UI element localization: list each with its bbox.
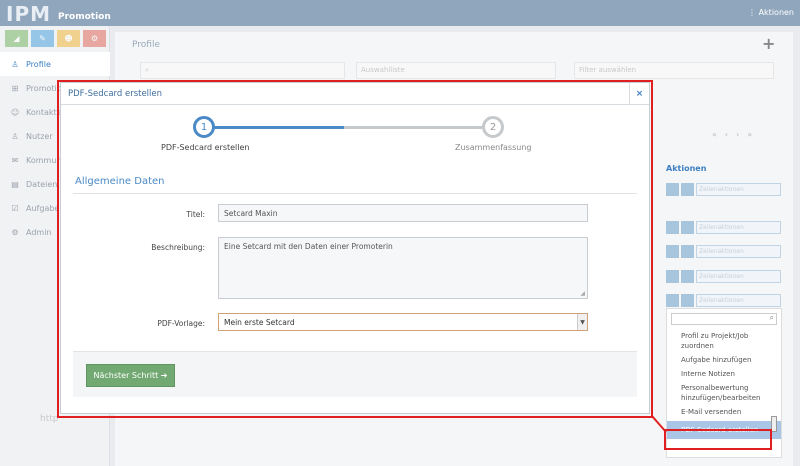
close-button[interactable]: × [629, 83, 649, 104]
share-icon[interactable]: ⚙ [83, 30, 106, 47]
sidebar-item-label: Nutzer [26, 131, 53, 141]
cogs-icon: ⚙ [11, 227, 19, 237]
close-icon: × [635, 88, 644, 99]
step-progress-todo [344, 126, 482, 129]
menu-item-internal-notes[interactable]: Interne Notizen [667, 367, 781, 381]
sidebar-item-label: Admin [26, 227, 52, 237]
actions-column-header: Aktionen [666, 164, 707, 173]
team-icon[interactable]: ☻ [57, 30, 80, 47]
add-icon[interactable]: + [762, 34, 775, 53]
chevron-down-icon[interactable]: ▼ [577, 314, 587, 330]
template-select[interactable]: Mein erste Setcard ▼ [218, 313, 588, 331]
highlight-connector [651, 415, 667, 433]
modal-title: PDF-Sedcard erstellen [68, 88, 163, 99]
row-actions-select[interactable]: Zeilenaktionen [696, 221, 781, 234]
row-actions[interactable]: Zeilenaktionen [666, 245, 781, 258]
check-icon: ☑ [11, 203, 19, 213]
section-divider [73, 193, 637, 194]
modal-footer: Nächster Schritt ➔ [73, 351, 637, 397]
menu-item-rating[interactable]: Personalbewertung hinzufügen/bearbeiten [667, 381, 781, 405]
step-2-indicator[interactable]: 2 [482, 116, 504, 138]
step-2-label: Zusammenfassung [455, 143, 532, 152]
app-logo-subtitle: Promotion [58, 12, 111, 22]
highlight-frame-menu-item [664, 429, 772, 450]
pagination[interactable]: «‹›» [712, 130, 760, 139]
file-icon: ▤ [11, 179, 19, 189]
menu-item-assign-project[interactable]: Profil zu Projekt/Job zuordnen [667, 329, 781, 353]
list-select-value: Auswahlliste [361, 66, 405, 74]
row-actions[interactable]: Zeilenaktionen [666, 270, 781, 283]
user-icon: ♙ [11, 131, 19, 141]
envelope-icon: ✉ [11, 155, 19, 165]
sidebar-footer-text: http [40, 414, 59, 424]
row-actions[interactable]: Zeilenaktionen [666, 221, 781, 234]
resize-handle-icon[interactable]: ◢ [580, 290, 585, 297]
menu-item-add-task[interactable]: Aufgabe hinzufügen [667, 353, 781, 367]
description-label: Beschreibung: [151, 243, 205, 252]
top-actions-label: Aktionen [758, 8, 794, 17]
sidebar-item-label: Dateien [26, 179, 58, 189]
filter-select-value: Filter auswählen [579, 66, 637, 74]
dropdown-search-input[interactable]: ⌕ [671, 313, 777, 325]
title-input[interactable]: Setcard Maxin [218, 204, 588, 222]
search-icon: ⌕ [145, 66, 149, 74]
row-actions-select[interactable]: Zeilenaktionen [696, 245, 781, 258]
row-actions-select[interactable]: Zeilenaktionen [696, 270, 781, 283]
menu-item-send-email[interactable]: E-Mail versenden [667, 405, 781, 419]
pencil-icon[interactable]: ✎ [31, 30, 54, 47]
sidebar-item-label: Profile [26, 59, 51, 69]
row-actions-select[interactable]: Zeilenaktionen [696, 294, 781, 307]
filter-select[interactable]: Filter auswählen [574, 62, 774, 79]
next-step-button[interactable]: Nächster Schritt ➔ [86, 364, 175, 387]
step-progress-done [214, 126, 344, 129]
chart-icon[interactable]: ◢ [5, 30, 28, 47]
row-actions[interactable]: Zeilenaktionen [666, 294, 781, 307]
quick-action-bar: ◢ ✎ ☻ ⚙ [5, 30, 106, 47]
modal-header: PDF-Sedcard erstellen × [61, 83, 649, 105]
title-label: Titel: [186, 210, 205, 219]
sidebar-item-profile[interactable]: ♙ Profile [0, 52, 110, 76]
list-select[interactable]: Auswahlliste [356, 62, 556, 79]
step-1-label: PDF-Sedcard erstellen [161, 143, 250, 152]
pdf-sedcard-modal: PDF-Sedcard erstellen × 1 2 PDF-Sedcard … [60, 82, 650, 414]
row-actions-select[interactable]: Zeilenaktionen [696, 183, 781, 196]
users-icon: ☺ [10, 107, 20, 117]
row-actions[interactable]: Zeilenaktionen [666, 183, 781, 196]
description-textarea[interactable]: Eine Setcard mit den Daten einer Promote… [218, 237, 588, 299]
template-label: PDF-Vorlage: [157, 319, 205, 328]
description-text: Eine Setcard mit den Daten einer Promote… [224, 242, 393, 251]
search-icon: ⌕ [769, 313, 774, 322]
sitemap-icon: ⊞ [11, 83, 19, 93]
template-select-value: Mein erste Setcard [224, 318, 295, 327]
user-icon: ♙ [11, 59, 19, 69]
top-bar: IPM Promotion ⋮ Aktionen [0, 0, 800, 26]
page-title: Profile [132, 40, 160, 50]
top-actions-menu[interactable]: ⋮ Aktionen [748, 8, 794, 17]
app-logo[interactable]: IPM [6, 2, 51, 26]
step-1-indicator[interactable]: 1 [193, 116, 215, 138]
section-title: Allgemeine Daten [75, 176, 165, 187]
search-input[interactable]: ⌕ [140, 62, 345, 79]
